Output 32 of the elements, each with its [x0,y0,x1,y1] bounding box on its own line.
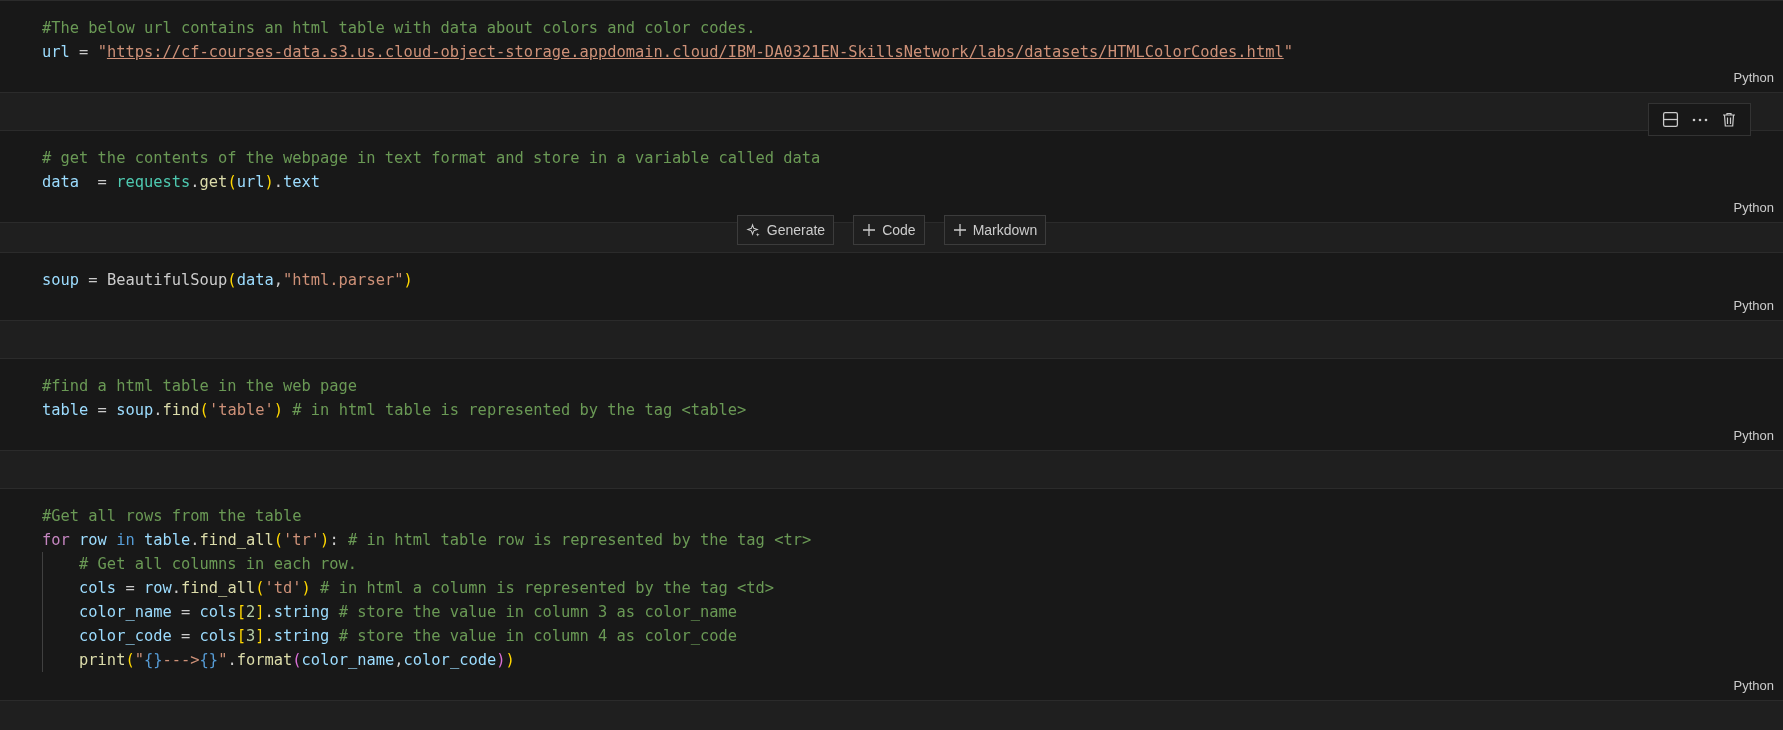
code-line: # Get all columns in each row. [79,554,358,575]
code-line: table = soup.find('table') # in html table is represented by the tag <table> [42,400,747,421]
code-line: for row in table.find_all('tr'): # in html table row is represented by the tag <tr> [42,530,812,551]
code-cell[interactable]: #find a html table in the web page table = soup.find('table') # in html table is represented by the tag <table> Python [0,358,1783,451]
code-line: # get the contents of the webpage in text format and store in a variable called data [42,148,821,169]
code-line: #The below url contains an html table with data about colors and color codes. [42,18,756,39]
code-line: #Get all rows from the table [42,506,302,527]
trash-icon[interactable] [1721,111,1737,128]
insert-button[interactable]: Code [853,215,925,245]
split-cell-icon[interactable] [1662,111,1679,128]
more-icon[interactable] [1692,117,1708,122]
code-cell[interactable]: soup = BeautifulSoup(data,"html.parser") Python [0,252,1783,321]
code-line: url = "https://cf-courses-data.s3.us.cloud-object-storage.appdomain.cloud/IBM-DA0321EN-SkillsNetwork/labs/datasets/HTMLColorCodes.html" [42,42,1293,63]
code-line: color_code = cols[3].string # store the value in column 4 as color_code [79,626,738,647]
language-label[interactable]: Python [1733,296,1774,316]
code-line: color_name = cols[2].string # store the value in column 3 as color_name [79,602,738,623]
language-label[interactable]: Python [1733,198,1774,218]
code-line: print("{}--->{}".format(color_name,color_code)) [79,650,515,671]
language-label[interactable]: Python [1733,676,1774,696]
insert-button[interactable]: Markdown [943,215,1047,245]
code-line: data = requests.get(url).text [42,172,321,193]
plus-icon [862,223,877,237]
code-cell[interactable]: # get the contents of the webpage in text format and store in a variable called data data = requests.get(url).text Python [0,130,1783,223]
code-cell[interactable] [0,488,1783,701]
code-line: soup = BeautifulSoup(data,"html.parser") [42,270,413,291]
code-line: #find a html table in the web page [42,376,358,397]
insert-button[interactable]: Generate [736,215,835,245]
sparkle-icon [745,222,761,238]
plus-icon [952,223,967,237]
language-label[interactable]: Python [1733,68,1774,88]
code-line: cols = row.find_all('td') # in html a column is represented by the tag <td> [79,578,775,599]
language-label[interactable]: Python [1733,426,1774,446]
